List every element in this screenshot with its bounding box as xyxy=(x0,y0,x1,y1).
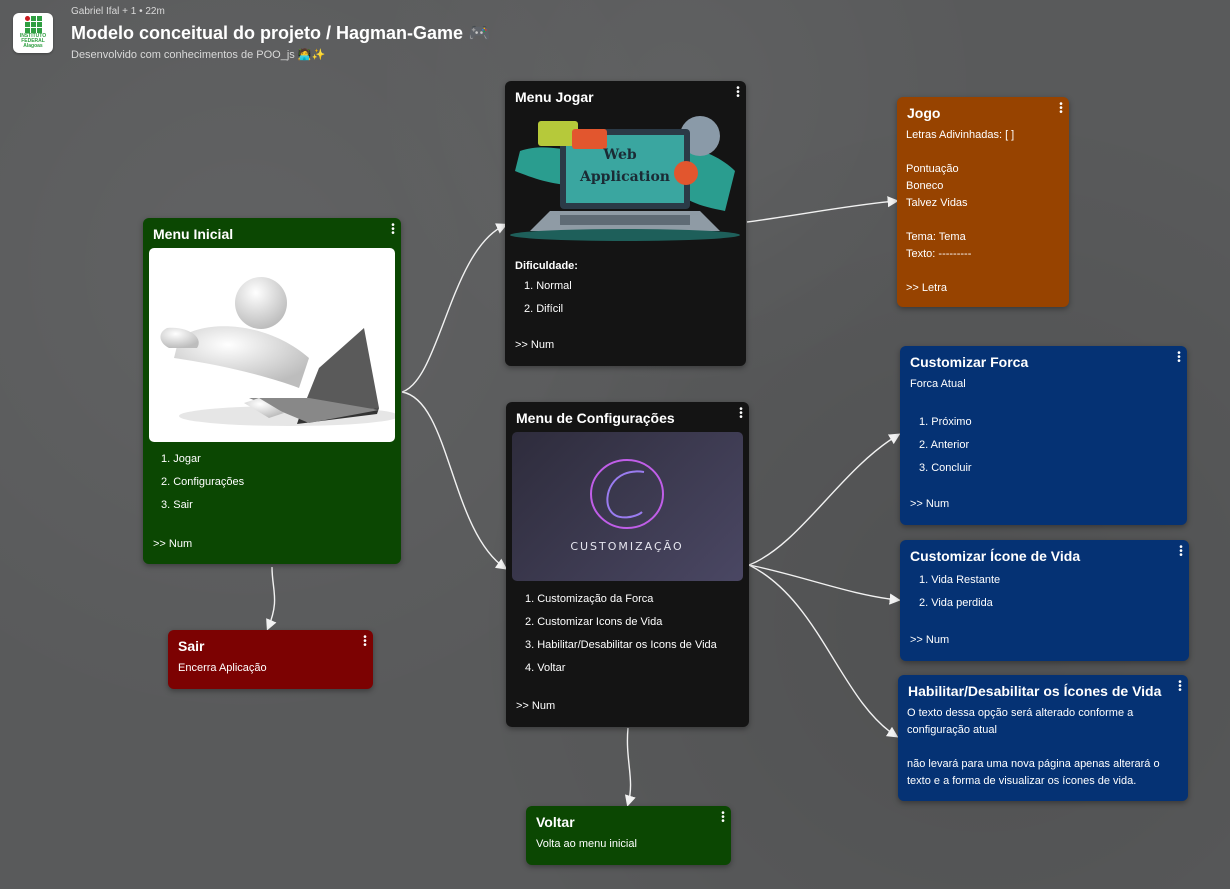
card-text: Encerra Aplicação xyxy=(178,662,267,674)
list-item[interactable]: 3. Concluir xyxy=(919,462,972,485)
icone-options: 1. Vida Restante 2. Vida perdida xyxy=(919,574,1000,620)
card-title: Habilitar/Desabilitar os Ícones de Vida xyxy=(908,683,1162,699)
arrow-icon xyxy=(748,564,899,738)
card-sair[interactable]: Sair • • • Encerra Aplicação xyxy=(168,630,373,689)
menu-inicial-options: 1. Jogar 2. Configurações 3. Sair xyxy=(161,453,244,522)
difficulty-options: 1. Normal 2. Difícil xyxy=(524,280,572,326)
menu-dots-icon[interactable]: • • • xyxy=(363,633,367,651)
menu-dots-icon[interactable]: • • • xyxy=(1177,349,1181,367)
list-item[interactable]: 1. Normal xyxy=(524,280,572,303)
list-item[interactable]: 4. Voltar xyxy=(525,662,717,685)
card-menu-configuracoes[interactable]: Menu de Configurações • • • CUSTOMIZAÇÃO 1… xyxy=(506,402,749,727)
jogo-text: Letras Adivinhadas: [ ] Pontuação Boneco… xyxy=(906,129,1015,294)
list-item[interactable]: 3. Sair xyxy=(161,499,244,522)
menu-dots-icon[interactable]: • • • xyxy=(1179,543,1183,561)
card-customizar-icone[interactable]: Customizar Ícone de Vida • • • 1. Vida Res… xyxy=(900,540,1189,661)
card-title: Customizar Forca xyxy=(910,354,1029,370)
menu-dots-icon[interactable]: • • • xyxy=(1059,100,1063,118)
forca-options: 1. Próximo 2. Anterior 3. Concluir xyxy=(919,416,972,485)
illustration-customizacao: CUSTOMIZAÇÃO xyxy=(512,432,743,581)
menu-dots-icon[interactable]: • • • xyxy=(1178,678,1182,696)
card-footer: >> Num xyxy=(153,538,193,550)
card-habilitar-desabilitar[interactable]: Habilitar/Desabilitar os Ícones de Vida … xyxy=(898,675,1188,801)
image-text-web: Web xyxy=(602,147,636,163)
arrow-icon xyxy=(748,433,901,566)
list-item[interactable]: 1. Jogar xyxy=(161,453,244,476)
arrow-icon xyxy=(746,196,899,223)
card-jogo[interactable]: Jogo • • • Letras Adivinhadas: [ ] Pontuaç… xyxy=(897,97,1069,307)
menu-dots-icon[interactable]: • • • xyxy=(736,84,740,102)
list-item[interactable]: 2. Difícil xyxy=(524,303,572,326)
card-customizar-forca[interactable]: Customizar Forca • • • Forca Atual 1. Próx… xyxy=(900,346,1187,525)
arrow-icon xyxy=(748,564,901,605)
card-title: Customizar Ícone de Vida xyxy=(910,548,1081,564)
list-item[interactable]: 1. Vida Restante xyxy=(919,574,1000,597)
habilitar-text: O texto dessa opção será alterado confor… xyxy=(907,707,1160,787)
list-item[interactable]: 2. Configurações xyxy=(161,476,244,499)
arrow-icon xyxy=(401,223,508,393)
difficulty-label: Dificuldade: xyxy=(515,260,578,272)
arrow-icon xyxy=(266,566,277,631)
arrow-icon xyxy=(624,727,636,807)
card-title: Menu de Configurações xyxy=(516,410,675,426)
card-title: Voltar xyxy=(536,814,575,830)
list-item[interactable]: 1. Customização da Forca xyxy=(525,593,717,616)
list-item[interactable]: 1. Próximo xyxy=(919,416,972,439)
illustration-web-application: Web Application xyxy=(510,111,741,251)
card-footer: >> Num xyxy=(515,339,555,351)
card-text: Volta ao menu inicial xyxy=(536,838,637,850)
arrow-icon xyxy=(401,391,508,570)
forca-atual-label: Forca Atual xyxy=(910,378,966,390)
card-voltar[interactable]: Voltar • • • Volta ao menu inicial xyxy=(526,806,731,865)
list-item[interactable]: 2. Customizar Icons de Vida xyxy=(525,616,717,639)
card-title: Sair xyxy=(178,638,205,654)
menu-dots-icon[interactable]: • • • xyxy=(721,809,725,827)
illustration-laptop-person xyxy=(149,248,395,442)
menu-dots-icon[interactable]: • • • xyxy=(391,221,395,239)
card-title: Jogo xyxy=(907,105,941,121)
config-options: 1. Customização da Forca 2. Customizar I… xyxy=(525,593,717,685)
card-menu-inicial[interactable]: Menu Inicial • • • 1. Jogar 2. Configuraçõ… xyxy=(143,218,401,564)
list-item[interactable]: 2. Anterior xyxy=(919,439,972,462)
card-footer: >> Num xyxy=(910,634,950,646)
card-footer: >> Num xyxy=(910,498,950,510)
list-item[interactable]: 3. Habilitar/Desabilitar os Icons de Vid… xyxy=(525,639,717,662)
menu-dots-icon[interactable]: • • • xyxy=(739,405,743,423)
image-text-application: Application xyxy=(579,169,670,185)
card-menu-jogar[interactable]: Menu Jogar • • • Web Application Dificulda… xyxy=(505,81,746,366)
card-title: Menu Inicial xyxy=(153,226,234,242)
image-text-customizacao: CUSTOMIZAÇÃO xyxy=(570,540,683,553)
card-footer: >> Num xyxy=(516,700,556,712)
list-item[interactable]: 2. Vida perdida xyxy=(919,597,1000,620)
card-title: Menu Jogar xyxy=(515,89,594,105)
